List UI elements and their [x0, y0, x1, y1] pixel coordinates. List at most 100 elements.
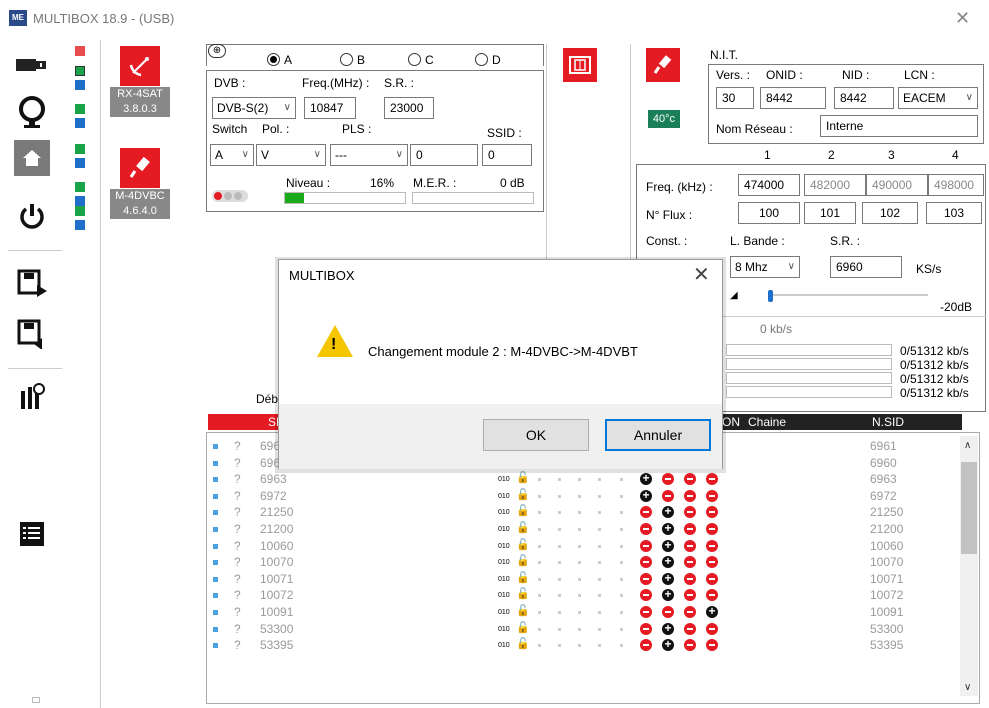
- disabled-minus-icon[interactable]: [684, 639, 696, 652]
- row-flag[interactable]: [538, 561, 541, 565]
- enabled-plus-icon[interactable]: [662, 636, 674, 652]
- disabled-minus-icon[interactable]: [684, 506, 696, 519]
- disabled-minus-icon[interactable]: [684, 556, 696, 569]
- row-flag[interactable]: [538, 528, 541, 531]
- row-flag[interactable]: [598, 478, 601, 482]
- row-flag[interactable]: [538, 511, 541, 515]
- disabled-minus-icon[interactable]: [684, 489, 696, 502]
- row-select-dot[interactable]: [213, 444, 218, 449]
- row-flag[interactable]: [620, 494, 623, 498]
- nid-input[interactable]: 8442: [834, 87, 894, 109]
- scroll-up-icon[interactable]: ∧: [964, 440, 971, 451]
- window-close-button[interactable]: ✕: [955, 8, 970, 29]
- radio-b[interactable]: [340, 53, 353, 66]
- ci-module-button[interactable]: [563, 48, 597, 82]
- usb-connect-button[interactable]: [12, 44, 52, 84]
- row-flag[interactable]: [598, 528, 601, 531]
- disabled-minus-icon[interactable]: [640, 539, 652, 552]
- table-row[interactable]: ? 10071 010 🔓 10071: [208, 570, 978, 587]
- disabled-minus-icon[interactable]: [640, 639, 652, 652]
- freq-1-input[interactable]: 474000: [738, 174, 800, 196]
- table-row[interactable]: ? 10060 010 🔓 10060: [208, 537, 978, 554]
- row-flag[interactable]: [598, 627, 601, 631]
- row-flag[interactable]: [558, 544, 561, 548]
- row-flag[interactable]: [620, 544, 623, 548]
- power-button[interactable]: [12, 196, 52, 236]
- row-select-dot[interactable]: [213, 510, 218, 516]
- disabled-minus-icon[interactable]: [706, 506, 718, 519]
- disabled-minus-icon[interactable]: [662, 473, 674, 486]
- row-flag[interactable]: [620, 611, 623, 614]
- nsid-header[interactable]: N.SID: [872, 414, 904, 430]
- row-flag[interactable]: [620, 528, 623, 531]
- row-flag[interactable]: [538, 577, 541, 581]
- row-select-dot[interactable]: [213, 576, 218, 582]
- row-flag[interactable]: [598, 561, 601, 565]
- nom-reseau-input[interactable]: Interne: [820, 115, 978, 137]
- row-flag[interactable]: [620, 478, 623, 482]
- unlock-icon[interactable]: 🔓: [516, 622, 530, 633]
- row-flag[interactable]: [558, 494, 561, 498]
- row-flag[interactable]: [598, 644, 601, 648]
- gain-slider-thumb[interactable]: [768, 290, 773, 302]
- lbande-select[interactable]: 8 Mhz ∨: [730, 256, 800, 278]
- table-row[interactable]: ? 21200 010 🔓 21200: [208, 520, 978, 537]
- row-flag[interactable]: [598, 611, 601, 614]
- module-m4dvbc[interactable]: M-4DVBC 4.6.4.0: [110, 148, 170, 219]
- row-select-dot[interactable]: [213, 460, 218, 466]
- row-flag[interactable]: [620, 577, 623, 581]
- row-flag[interactable]: [538, 544, 541, 548]
- table-row[interactable]: ? 10091 010 🔓 10091: [208, 603, 978, 620]
- row-select-dot[interactable]: [213, 527, 218, 532]
- row-flag[interactable]: [558, 528, 561, 531]
- row-flag[interactable]: [598, 544, 601, 548]
- dvb-select[interactable]: DVB-S(2) ∨: [212, 97, 296, 119]
- flux-1-input[interactable]: 100: [738, 202, 800, 224]
- disabled-minus-icon[interactable]: [706, 473, 718, 486]
- table-scrollbar[interactable]: ∧ ∨: [960, 436, 978, 696]
- disabled-minus-icon[interactable]: [706, 556, 718, 569]
- lcn-select[interactable]: EACEM ∨: [898, 87, 978, 109]
- dvbc-sr-input[interactable]: 6960: [830, 256, 902, 278]
- unlock-icon[interactable]: 🔓: [516, 489, 530, 500]
- gain-slider-track[interactable]: [768, 294, 928, 296]
- disabled-minus-icon[interactable]: [640, 556, 652, 569]
- row-flag[interactable]: [578, 528, 581, 531]
- unlock-icon[interactable]: 🔓: [516, 506, 530, 517]
- row-flag[interactable]: [578, 561, 581, 565]
- radio-d[interactable]: [475, 53, 488, 66]
- enabled-plus-icon[interactable]: [662, 553, 674, 569]
- table-row[interactable]: ? 53395 010 🔓 53395: [208, 636, 978, 653]
- enabled-plus-icon[interactable]: [706, 603, 718, 619]
- unlock-icon[interactable]: 🔓: [516, 539, 530, 550]
- enabled-plus-icon[interactable]: [662, 537, 674, 553]
- table-row[interactable]: ? 10070 010 🔓 10070: [208, 553, 978, 570]
- disabled-minus-icon[interactable]: [684, 473, 696, 486]
- flux-2-input[interactable]: 101: [804, 202, 856, 224]
- row-select-dot[interactable]: [213, 643, 218, 649]
- unlock-icon[interactable]: 🔓: [516, 556, 530, 567]
- disabled-minus-icon[interactable]: [684, 606, 696, 618]
- disabled-minus-icon[interactable]: [640, 572, 652, 585]
- row-flag[interactable]: [598, 577, 601, 581]
- disabled-minus-icon[interactable]: [640, 622, 652, 635]
- network-button[interactable]: [12, 92, 52, 132]
- list-view-button[interactable]: [12, 514, 52, 554]
- row-flag[interactable]: [558, 611, 561, 614]
- disabled-minus-icon[interactable]: [640, 523, 652, 535]
- ssid-input[interactable]: 0: [482, 144, 532, 166]
- unlock-icon[interactable]: 🔓: [516, 606, 530, 617]
- unlock-icon[interactable]: 🔓: [516, 589, 530, 600]
- disabled-minus-icon[interactable]: [706, 639, 718, 652]
- pls-input[interactable]: 0: [410, 144, 478, 166]
- row-flag[interactable]: [538, 644, 541, 648]
- freq-input[interactable]: 10847: [304, 97, 356, 119]
- enabled-plus-icon[interactable]: [662, 586, 674, 602]
- row-flag[interactable]: [578, 644, 581, 648]
- disabled-minus-icon[interactable]: [706, 489, 718, 502]
- disabled-minus-icon[interactable]: [662, 489, 674, 502]
- disabled-minus-icon[interactable]: [684, 539, 696, 552]
- row-flag[interactable]: [620, 561, 623, 565]
- row-flag[interactable]: [558, 627, 561, 631]
- row-flag[interactable]: [578, 577, 581, 581]
